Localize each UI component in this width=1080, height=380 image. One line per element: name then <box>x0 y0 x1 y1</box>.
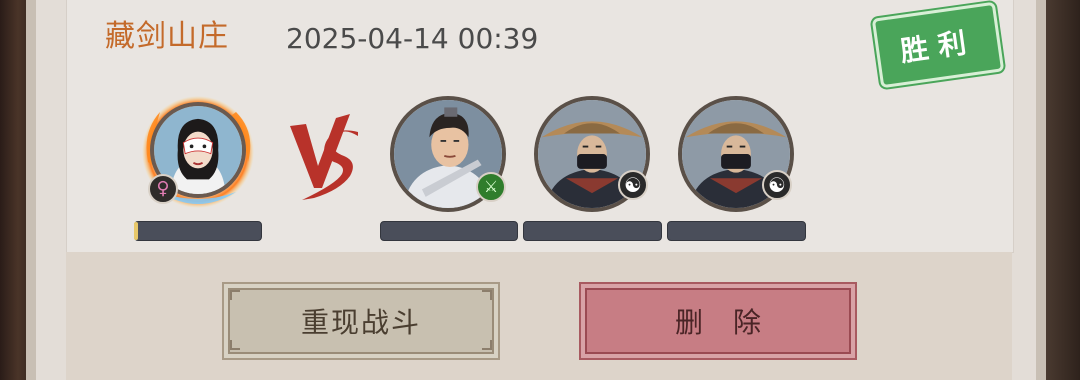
replay-corner-ornament <box>482 290 492 300</box>
player-bar-accent <box>134 222 138 240</box>
replay-corner-ornament <box>482 340 492 350</box>
opponent-avatar-group-2[interactable]: ☯ <box>534 96 652 212</box>
battle-datetime: 2025-04-14 00:39 <box>286 22 539 55</box>
sword-icon: ⚔ <box>476 172 506 202</box>
replay-corner-ornament <box>230 340 240 350</box>
player-avatar-group[interactable]: ♀ <box>140 92 256 212</box>
yin-yang-icon: ☯ <box>618 170 648 200</box>
battle-location: 藏剑山庄 <box>105 19 229 54</box>
replay-corner-ornament <box>230 290 240 300</box>
replay-battle-label: 重现战斗 <box>300 306 421 339</box>
delete-label: 删除 <box>674 306 791 339</box>
replay-battle-button[interactable]: 重现战斗 <box>222 282 500 360</box>
vs-icon: VS <box>290 114 358 200</box>
action-bar <box>66 252 1012 380</box>
opponent-name-bar-1 <box>380 221 518 241</box>
opponent-name-bar-3 <box>667 221 806 241</box>
opponent-name-bar-2 <box>523 221 662 241</box>
delete-button[interactable]: 删除 <box>579 282 857 360</box>
yin-yang-icon: ☯ <box>762 170 792 200</box>
player-name-bar <box>134 221 262 241</box>
opponent-avatar-group-1[interactable]: ⚔ <box>390 96 508 212</box>
opponent-avatar-group-3[interactable]: ☯ <box>678 96 796 212</box>
female-symbol-icon: ♀ <box>148 174 178 204</box>
background-right <box>1046 0 1080 380</box>
